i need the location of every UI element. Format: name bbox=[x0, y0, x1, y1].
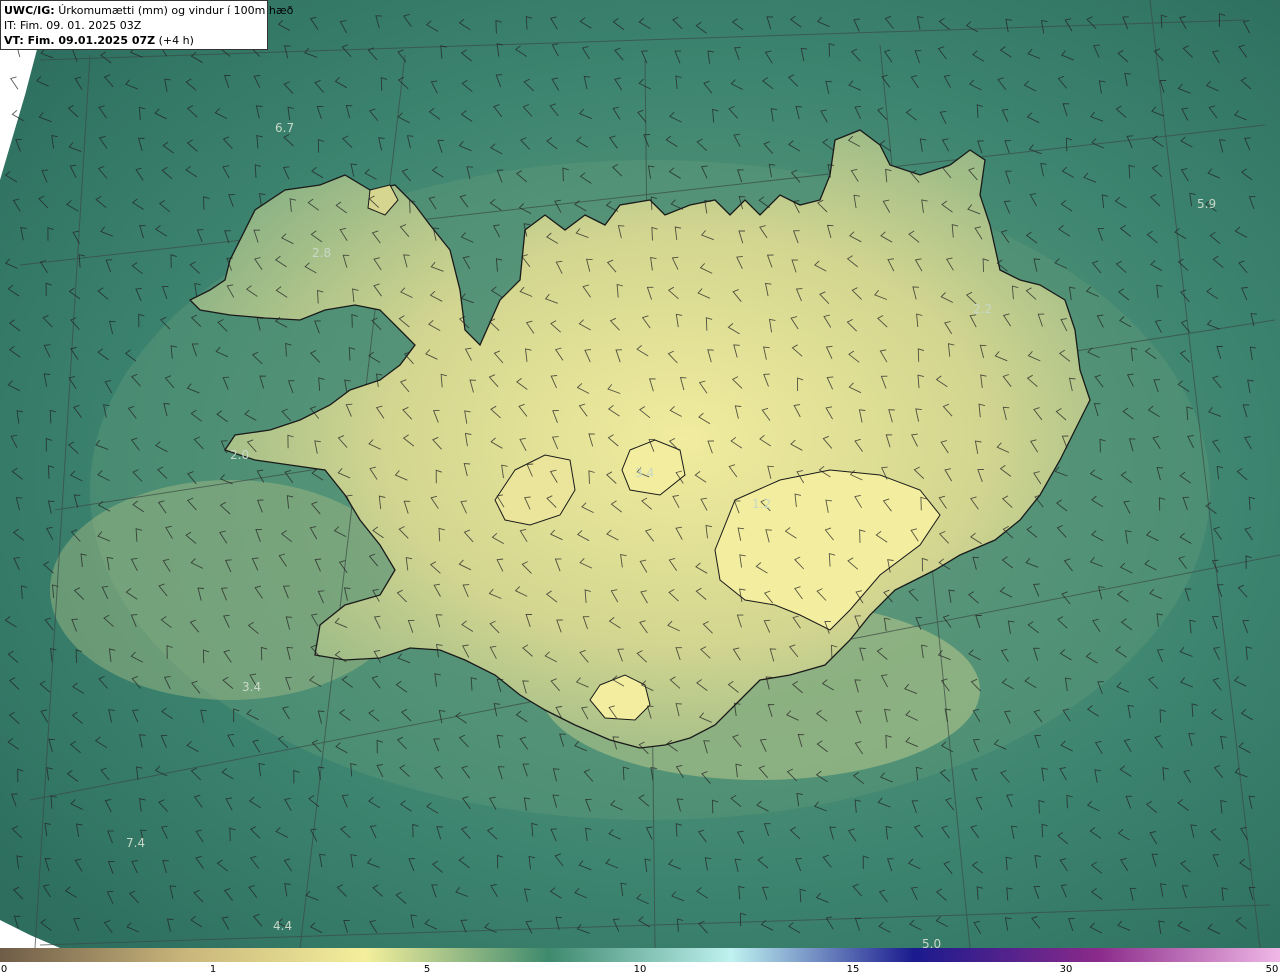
valid-time-row: VT: Fim. 09.01.2025 07Z (+4 h) bbox=[4, 33, 264, 48]
colorbar-tick: 15 bbox=[846, 964, 860, 975]
map-info-box: UWC/IG: Úrkomumætti (mm) og vindur í 100… bbox=[0, 0, 293, 50]
colorbar-tick: 10 bbox=[633, 964, 647, 975]
lead-time: (+4 h) bbox=[158, 34, 194, 47]
product-description: Úrkomumætti (mm) og vindur í 100m hæð bbox=[58, 4, 294, 17]
map-label: 2.8 bbox=[312, 246, 331, 260]
colorbar-tick: 5 bbox=[423, 964, 431, 975]
map-label: 5.9 bbox=[1197, 197, 1216, 211]
colorbar-tick: 50 bbox=[1265, 964, 1279, 975]
precipitation-wind-map: 6.7 2.8 5.9 2.2 2.0 3.4 1.2 3.4 7.4 4.4 … bbox=[0, 0, 1280, 948]
map-label: 3.4 bbox=[635, 466, 654, 480]
map-label: 5.0 bbox=[922, 937, 941, 948]
map-label: 4.4 bbox=[273, 919, 292, 933]
init-time: IT: Fim. 09. 01. 2025 03Z bbox=[4, 19, 142, 32]
title-row: UWC/IG: Úrkomumætti (mm) og vindur í 100… bbox=[4, 3, 293, 18]
map-label: 7.4 bbox=[126, 836, 145, 850]
precipitation-colorbar bbox=[0, 948, 1280, 962]
map-label: 6.7 bbox=[275, 121, 294, 135]
colorbar-tick: 1 bbox=[209, 964, 217, 975]
colorbar-tick: 0 bbox=[0, 964, 8, 975]
map-label: 2.2 bbox=[973, 302, 992, 316]
colorbar-tick: 30 bbox=[1059, 964, 1073, 975]
map-label: 2.0 bbox=[230, 448, 249, 462]
valid-time: VT: Fim. 09.01.2025 07Z bbox=[4, 34, 156, 47]
map-label: 1.2 bbox=[752, 497, 771, 511]
product-code: UWC/IG: bbox=[4, 4, 55, 17]
map-label: 3.4 bbox=[242, 680, 261, 694]
